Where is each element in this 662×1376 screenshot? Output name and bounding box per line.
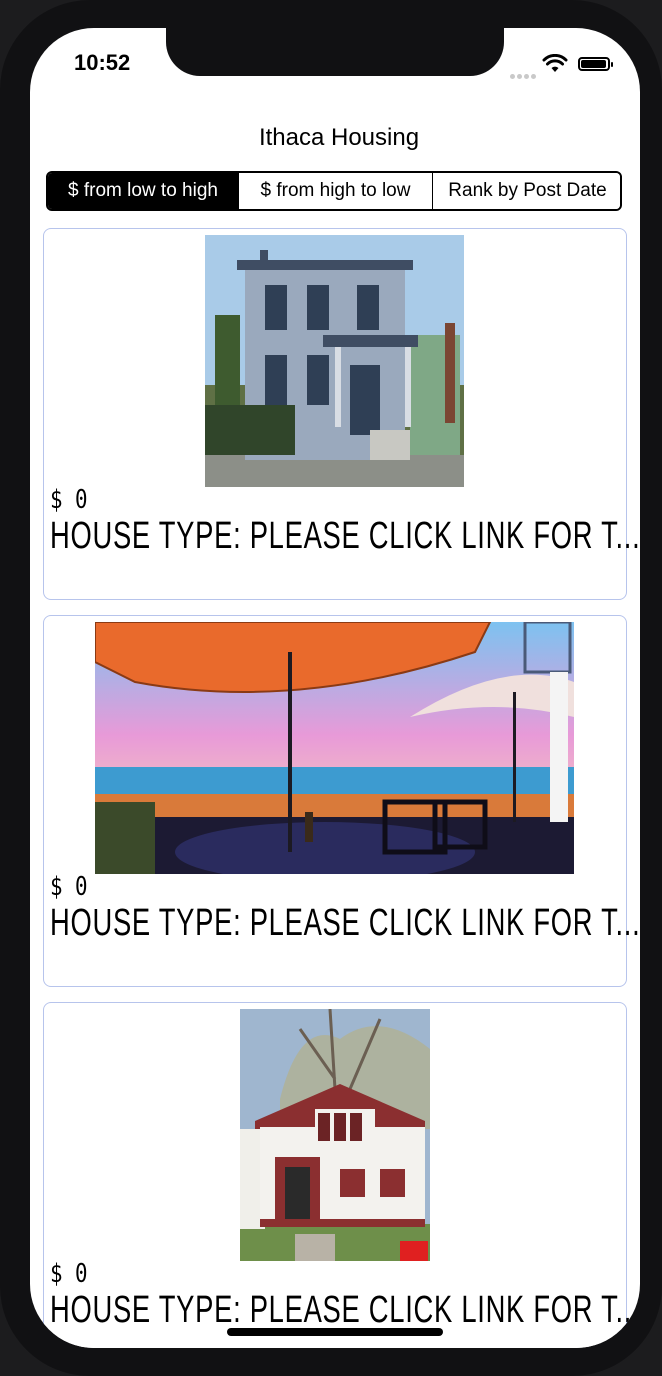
listing-image-patio[interactable] — [95, 622, 574, 874]
sort-price-low-high[interactable]: $ from low to high — [48, 173, 238, 209]
listing-price: $ 0 — [50, 872, 88, 902]
listing-card[interactable]: $ 0 HOUSE TYPE: PLEASE CLICK LINK FOR T.… — [43, 1002, 640, 1348]
listing-house-type: HOUSE TYPE: PLEASE CLICK LINK FOR T... — [50, 1289, 640, 1331]
signal-dots-icon — [510, 64, 538, 83]
screen: 10:52 Ithaca Housing $ from low to high … — [30, 28, 640, 1348]
status-time: 10:52 — [74, 50, 131, 75]
sort-segmented-control[interactable]: $ from low to high $ from high to low Ra… — [46, 171, 622, 211]
wifi-icon — [542, 54, 568, 72]
notch — [166, 28, 504, 76]
status-icons — [510, 54, 620, 79]
listing-house-type: HOUSE TYPE: PLEASE CLICK LINK FOR T... — [50, 515, 640, 557]
sort-post-date[interactable]: Rank by Post Date — [432, 173, 620, 209]
sort-price-high-low[interactable]: $ from high to low — [238, 173, 432, 209]
listing-house-type: HOUSE TYPE: PLEASE CLICK LINK FOR T... — [50, 902, 640, 944]
page-title: Ithaca Housing — [258, 124, 420, 151]
battery-fill — [581, 60, 607, 68]
listing-price: $ 0 — [50, 1259, 88, 1289]
listing-image-house[interactable] — [205, 235, 464, 487]
listing-image-cottage[interactable] — [240, 1009, 430, 1261]
phone-frame: 10:52 Ithaca Housing $ from low to high … — [0, 0, 662, 1376]
listing-card[interactable]: $ 0 HOUSE TYPE: PLEASE CLICK LINK FOR T.… — [43, 615, 640, 987]
battery-icon — [578, 57, 613, 71]
listing-price: $ 0 — [50, 485, 88, 515]
listing-card[interactable]: $ 0 HOUSE TYPE: PLEASE CLICK LINK FOR T.… — [43, 228, 640, 600]
home-indicator[interactable] — [227, 1328, 443, 1336]
